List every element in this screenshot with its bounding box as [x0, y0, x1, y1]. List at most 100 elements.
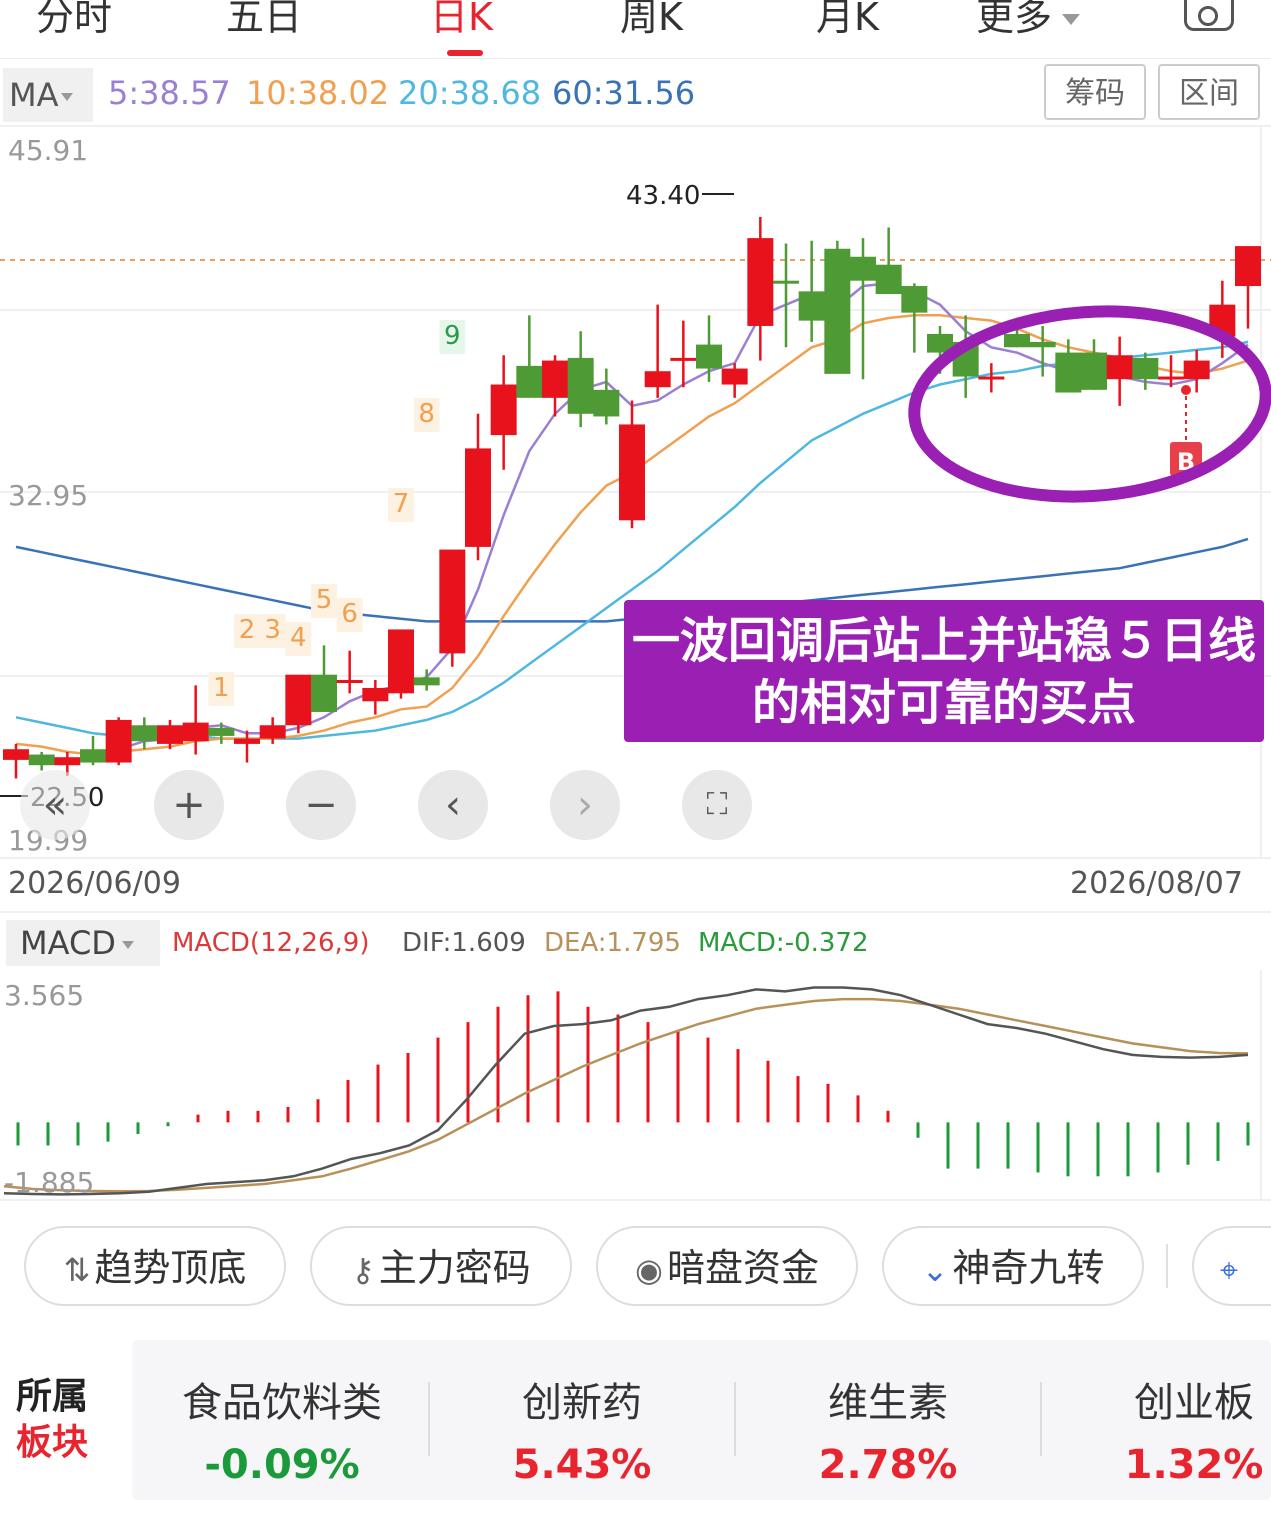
- candle-body: [105, 719, 132, 763]
- candle-body: [208, 727, 235, 736]
- sector-item[interactable]: 维生素 2.78%: [738, 1340, 1038, 1488]
- countdown-label: 9: [444, 321, 461, 351]
- candle-body: [336, 680, 363, 684]
- candle-body: [1183, 360, 1210, 380]
- fullscreen-icon[interactable]: ⛶: [682, 770, 752, 840]
- candle-body: [850, 256, 876, 281]
- indicator-tools: ⇅ 趋势顶底 ⚷ 主力密码 ◉ 暗盘资金 ⌄ 神奇九转 ⌖: [0, 1222, 1271, 1316]
- countdown-label: 1: [213, 673, 230, 703]
- candle-body: [259, 725, 286, 739]
- tool-label: 主力密码: [378, 1246, 531, 1290]
- macd-axis-top: 3.565: [4, 979, 84, 1012]
- candle-body: [1029, 341, 1056, 348]
- dark-pool-icon: ◉: [635, 1251, 663, 1289]
- countdown-label: 2: [239, 615, 256, 645]
- pan-right-button[interactable]: ›: [550, 770, 620, 840]
- sector-change: 2.78%: [818, 1442, 958, 1488]
- tool-label: 暗盘资金: [666, 1246, 819, 1290]
- end-date: 2026/08/07: [1070, 866, 1243, 901]
- sector-divider: [734, 1382, 736, 1456]
- macd-params: MACD(12,26,9): [172, 928, 370, 958]
- countdown-label: 5: [316, 585, 333, 615]
- sector-item[interactable]: 创业板 1.32%: [1044, 1340, 1271, 1488]
- candle-body: [54, 757, 81, 766]
- candle-body: [875, 264, 902, 295]
- macd-legend: MACD MACD(12,26,9) DIF:1.609 DEA:1.795 M…: [0, 918, 1271, 970]
- sector-item[interactable]: 创新药 5.43%: [432, 1340, 732, 1488]
- candle-body: [311, 674, 337, 712]
- target-icon: ⌖: [1220, 1251, 1239, 1289]
- candle-body: [439, 549, 466, 654]
- magic-nine-turn-button[interactable]: ⌄ 神奇九转: [882, 1226, 1144, 1306]
- sector-name: 食品饮料类: [182, 1380, 382, 1426]
- candle-body: [567, 357, 594, 414]
- start-date: 2026/06/09: [8, 866, 181, 901]
- main-force-code-button[interactable]: ⚷ 主力密码: [310, 1226, 572, 1306]
- candle-body: [234, 738, 260, 744]
- candle-body: [978, 376, 1005, 380]
- candle-body: [285, 674, 312, 726]
- candle-body: [773, 280, 799, 284]
- candle-body: [721, 368, 748, 385]
- sector-heading: 所属 板块: [16, 1374, 88, 1466]
- countdown-label: 6: [341, 599, 358, 629]
- countdown-label: 8: [418, 399, 435, 429]
- tool-label: 神奇九转: [952, 1246, 1105, 1290]
- candle-body: [28, 754, 55, 766]
- macd-axis-bottom: -1.885: [4, 1166, 94, 1199]
- sector-name: 维生素: [828, 1380, 948, 1426]
- candle-body: [131, 725, 158, 742]
- macd-indicator-selector[interactable]: MACD: [6, 920, 160, 966]
- candle-body: [798, 291, 825, 321]
- high-marker: 43.40: [626, 181, 734, 211]
- candle-body: [465, 448, 491, 547]
- countdown-label: 7: [393, 489, 410, 519]
- macd-value: MACD:-0.372: [698, 928, 869, 958]
- sector-heading-line1: 所属: [16, 1376, 89, 1417]
- sector-divider: [428, 1382, 430, 1456]
- more-tools-button[interactable]: ⌖: [1192, 1226, 1271, 1306]
- candle-body: [490, 384, 517, 436]
- macd-dea-line: [3, 997, 1249, 1193]
- candle-body: [413, 677, 440, 686]
- trend-top-bottom-button[interactable]: ⇅ 趋势顶底: [24, 1226, 286, 1306]
- chevron-down-icon: [121, 941, 134, 949]
- sector-change: 5.43%: [512, 1442, 652, 1488]
- sector-name: 创新药: [522, 1380, 642, 1426]
- nine-turn-icon: ⌄: [921, 1251, 949, 1289]
- macd-dif: DIF:1.609: [402, 928, 526, 958]
- sector-heading-line2: 板块: [16, 1422, 89, 1463]
- key-icon: ⚷: [351, 1251, 375, 1289]
- candle-body: [670, 357, 697, 361]
- high-price-label: 43.40: [626, 181, 700, 211]
- candle-body: [542, 360, 568, 398]
- macd-dif-line: [3, 986, 1249, 1196]
- sector-divider: [1040, 1382, 1042, 1456]
- candle-body: [3, 749, 29, 760]
- candle-body: [619, 424, 645, 521]
- price-axis-top: 45.91: [8, 134, 88, 167]
- candle-body: [80, 749, 106, 763]
- tools-divider: [1166, 1244, 1168, 1288]
- pan-left-button[interactable]: ‹: [418, 770, 488, 840]
- sector-change: 1.32%: [1124, 1442, 1264, 1488]
- macd-dea: DEA:1.795: [544, 928, 681, 958]
- zoom-out-button[interactable]: −: [286, 770, 356, 840]
- candle-body: [182, 722, 209, 742]
- candle-body: [824, 248, 851, 374]
- nine-turn-labels: 12 3 45 6 7 8 9: [208, 320, 466, 706]
- candle-body: [157, 725, 183, 744]
- candle-body: [1081, 352, 1107, 390]
- sector-name: 创业板: [1134, 1380, 1254, 1426]
- sector-item[interactable]: 食品饮料类 -0.09%: [132, 1340, 432, 1488]
- countdown-label: 4: [290, 623, 307, 653]
- dark-pool-funds-button[interactable]: ◉ 暗盘资金: [596, 1226, 858, 1306]
- buy-signal: B: [1170, 385, 1202, 476]
- candle-body: [747, 238, 774, 326]
- zoom-in-button[interactable]: +: [154, 770, 224, 840]
- candle-body: [516, 365, 543, 398]
- candle-body: [1158, 376, 1184, 380]
- candle-body: [362, 687, 389, 702]
- macd-axis-labels: 3.565 -1.885: [4, 979, 94, 1199]
- scroll-start-button[interactable]: «: [20, 770, 90, 840]
